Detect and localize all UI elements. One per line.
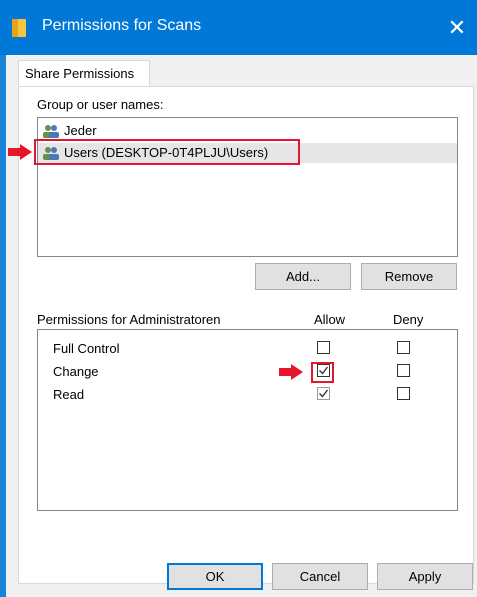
red-arrow-icon [279,364,303,380]
window-left-border [0,55,6,597]
highlight-box-users [34,139,300,165]
add-button[interactable]: Add... [255,263,351,290]
permissions-header: Permissions for Administratoren [37,312,221,327]
full-control-allow-checkbox[interactable] [317,341,330,354]
apply-button[interactable]: Apply [377,563,473,590]
user-listbox[interactable]: Jeder Users (DESKTOP-0T4PLJU\Users) [37,117,458,257]
users-icon [43,125,59,138]
read-allow-checkbox[interactable] [317,387,330,400]
tab-share-permissions[interactable]: Share Permissions [18,60,150,87]
perm-row-read: Read [53,387,85,402]
group-names-label: Group or user names: [37,97,164,112]
close-button[interactable]: ✕ [437,0,477,55]
permissions-listbox: Full Control Change Read [37,329,458,511]
window-title: Permissions for Scans [42,17,202,34]
full-control-deny-checkbox[interactable] [397,341,410,354]
allow-header: Allow [314,312,346,327]
perm-row-full-control: Full Control [53,341,120,356]
cancel-button[interactable]: Cancel [272,563,368,590]
highlight-box-change-allow [311,362,334,383]
perm-row-change: Change [53,364,99,379]
list-item-jeder[interactable]: Jeder [38,121,457,141]
ok-button[interactable]: OK [167,563,263,590]
remove-button[interactable]: Remove [361,263,457,290]
read-deny-checkbox[interactable] [397,387,410,400]
check-icon [319,389,329,398]
change-deny-checkbox[interactable] [397,364,410,377]
list-item-label: Jeder [64,123,97,138]
folder-icon [12,19,26,37]
deny-header: Deny [393,312,424,327]
red-arrow-icon [8,144,32,160]
title-bar: Permissions for Scans ✕ [0,0,477,55]
